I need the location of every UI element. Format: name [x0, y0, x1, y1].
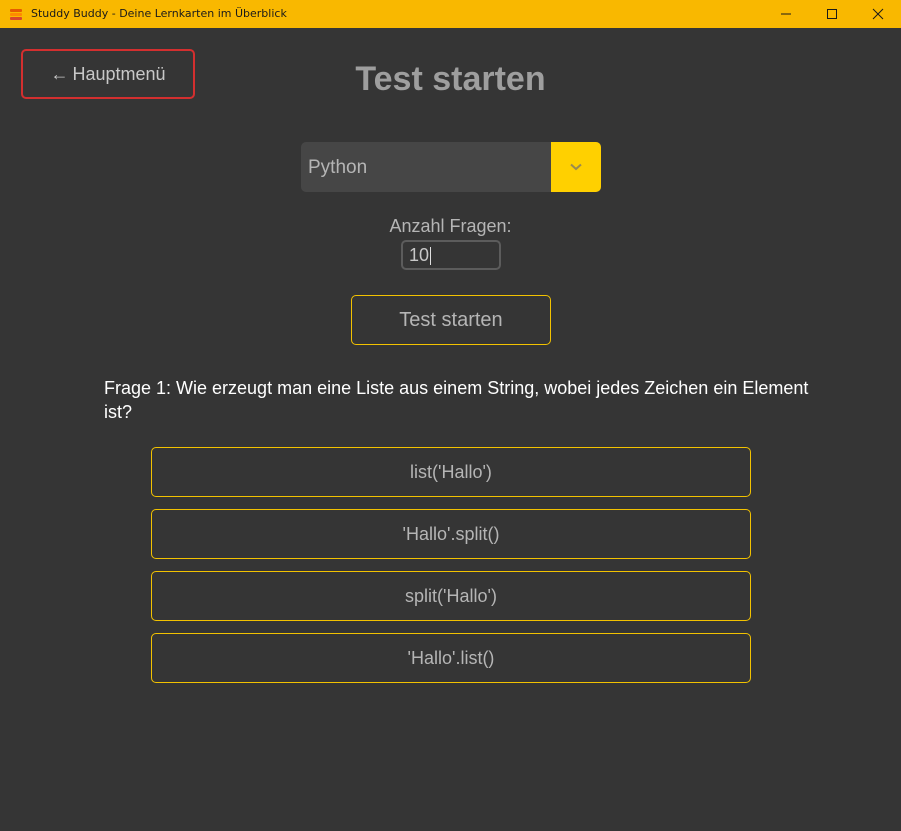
app-window: Studdy Buddy - Deine Lernkarten im Überb…: [0, 0, 901, 831]
dropdown-toggle-button[interactable]: [551, 142, 601, 192]
minimize-button[interactable]: [763, 0, 809, 28]
start-test-button[interactable]: Test starten: [351, 295, 551, 345]
question-count-label: Anzahl Fragen:: [389, 216, 512, 236]
minimize-icon: [781, 13, 791, 15]
answer-label: list('Hallo'): [410, 461, 492, 482]
answer-option-3[interactable]: split('Hallo'): [151, 571, 751, 621]
question-text: Frage 1: Wie erzeugt man eine Liste aus …: [104, 378, 809, 422]
answer-label: 'Hallo'.list(): [407, 647, 495, 668]
answer-option-1[interactable]: list('Hallo'): [151, 447, 751, 497]
close-icon: [872, 8, 884, 20]
subject-selected-value: Python: [308, 157, 368, 178]
title-bar[interactable]: Studdy Buddy - Deine Lernkarten im Überb…: [0, 0, 901, 28]
question-count-input[interactable]: 10: [401, 240, 501, 270]
answer-label: 'Hallo'.split(): [402, 523, 500, 544]
maximize-button[interactable]: [809, 0, 855, 28]
start-test-label: Test starten: [399, 308, 503, 331]
answer-label: split('Hallo'): [405, 585, 497, 606]
main-content: ← Hauptmenü Test starten Python Anzahl F…: [0, 28, 901, 831]
chevron-down-icon: [570, 163, 582, 171]
close-button[interactable]: [855, 0, 901, 28]
subject-dropdown[interactable]: Python: [301, 142, 601, 192]
answer-option-4[interactable]: 'Hallo'.list(): [151, 633, 751, 683]
page-title: Test starten: [355, 60, 546, 98]
text-caret: [430, 247, 431, 265]
maximize-icon: [827, 9, 837, 19]
window-title: Studdy Buddy - Deine Lernkarten im Überb…: [31, 7, 287, 20]
answer-option-2[interactable]: 'Hallo'.split(): [151, 509, 751, 559]
question-count-value: 10: [409, 245, 430, 265]
stacked-cards-icon: [9, 7, 23, 21]
